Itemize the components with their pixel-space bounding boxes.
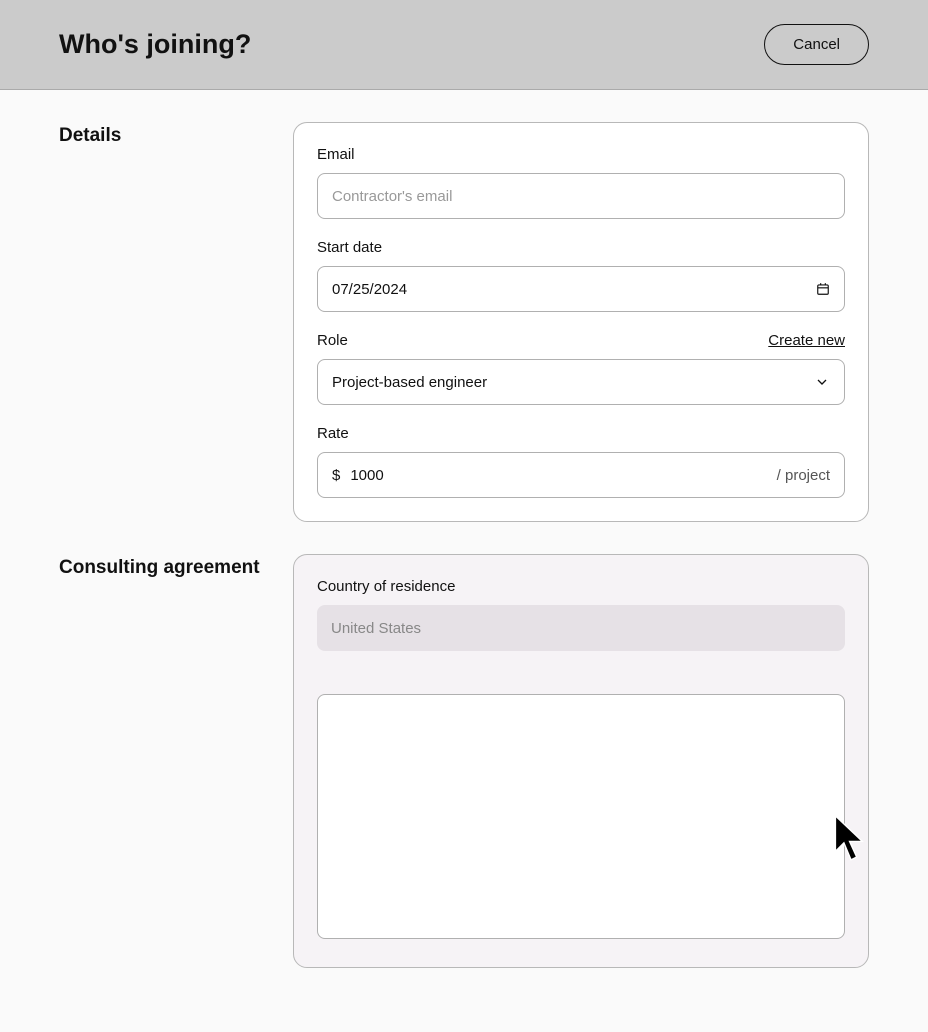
start-date-input[interactable]: 07/25/2024 bbox=[317, 266, 845, 312]
start-date-value: 07/25/2024 bbox=[332, 281, 407, 298]
agreement-textarea[interactable] bbox=[317, 694, 845, 939]
currency-prefix: $ bbox=[332, 467, 340, 484]
calendar-icon bbox=[816, 282, 830, 296]
start-date-field-group: Start date 07/25/2024 bbox=[317, 239, 845, 312]
role-field-group: Role Create new Project-based engineer bbox=[317, 332, 845, 405]
consulting-section: Consulting agreement Country of residenc… bbox=[59, 554, 869, 968]
rate-suffix: / project bbox=[777, 467, 830, 484]
role-select-value: Project-based engineer bbox=[332, 374, 487, 391]
cancel-button[interactable]: Cancel bbox=[764, 24, 869, 65]
consulting-section-title: Consulting agreement bbox=[59, 554, 293, 968]
chevron-down-icon bbox=[814, 374, 830, 390]
rate-input[interactable] bbox=[350, 467, 766, 484]
details-card: Email Start date 07/25/2024 bbox=[293, 122, 869, 522]
role-select[interactable]: Project-based engineer bbox=[317, 359, 845, 405]
content-area: Details Email Start date 07/25/2024 bbox=[0, 90, 928, 1032]
role-label: Role bbox=[317, 332, 348, 349]
email-label: Email bbox=[317, 146, 355, 163]
country-input: United States bbox=[317, 605, 845, 651]
rate-field-group: Rate $ / project bbox=[317, 425, 845, 498]
country-value: United States bbox=[331, 620, 421, 637]
start-date-label: Start date bbox=[317, 239, 382, 256]
rate-label: Rate bbox=[317, 425, 349, 442]
country-label: Country of residence bbox=[317, 578, 455, 595]
rate-input-wrap: $ / project bbox=[317, 452, 845, 498]
consulting-card: Country of residence United States bbox=[293, 554, 869, 968]
email-field-group: Email bbox=[317, 146, 845, 219]
country-field-group: Country of residence United States bbox=[317, 578, 845, 651]
page-title: Who's joining? bbox=[59, 29, 251, 60]
details-section: Details Email Start date 07/25/2024 bbox=[59, 122, 869, 522]
page-header: Who's joining? Cancel bbox=[0, 0, 928, 90]
email-input[interactable] bbox=[317, 173, 845, 219]
create-new-role-link[interactable]: Create new bbox=[768, 332, 845, 349]
details-section-title: Details bbox=[59, 122, 293, 522]
